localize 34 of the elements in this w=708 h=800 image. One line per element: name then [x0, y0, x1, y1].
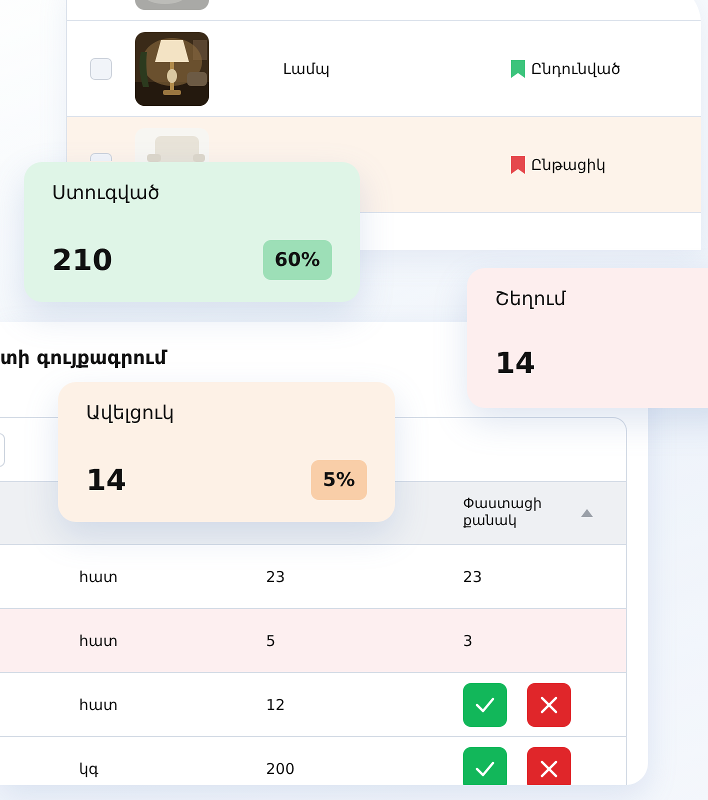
column-header[interactable]: Փաստացի քանակ	[463, 496, 563, 530]
panel-title: տի գույքագրում	[0, 347, 166, 371]
table-cell-text: 23	[266, 568, 286, 586]
close-icon	[540, 760, 558, 778]
accept-button[interactable]	[463, 682, 507, 726]
card-title: Ստուգված	[52, 182, 160, 206]
table-cell-text: 3	[463, 632, 474, 650]
close-icon	[540, 696, 558, 714]
card-value: 14	[495, 346, 536, 380]
table-cell-text: հատ	[79, 696, 119, 714]
table-cell-text: հատ	[79, 632, 119, 650]
sort-ascending-icon[interactable]	[581, 509, 593, 517]
table-cell-text: 23	[463, 568, 484, 586]
checkmark-icon	[475, 696, 495, 712]
card-value: 14	[86, 463, 126, 497]
product-name: Լամպ	[283, 60, 331, 78]
table-cell-text: 12	[266, 696, 286, 714]
status-label: Ընթացիկ	[531, 156, 606, 174]
reject-button[interactable]	[527, 746, 571, 785]
percent-badge: 60%	[262, 240, 332, 280]
status-label: Ընդունված	[531, 60, 620, 78]
table-cell-text: կգ	[79, 760, 100, 778]
table-cell-text: 200	[266, 760, 296, 778]
table-cell-text: 5	[266, 632, 277, 650]
accept-button[interactable]	[463, 746, 507, 785]
table-cell-text: հատ	[79, 568, 119, 586]
card-title: Ավելցուկ	[86, 402, 174, 426]
checkmark-icon	[475, 760, 495, 776]
checkbox[interactable]	[90, 153, 112, 161]
card-title: Շեղում	[495, 288, 566, 312]
checkbox[interactable]	[90, 58, 112, 80]
reject-button[interactable]	[527, 682, 571, 726]
percent-badge: 5%	[310, 460, 367, 500]
card-value: 210	[52, 243, 113, 277]
